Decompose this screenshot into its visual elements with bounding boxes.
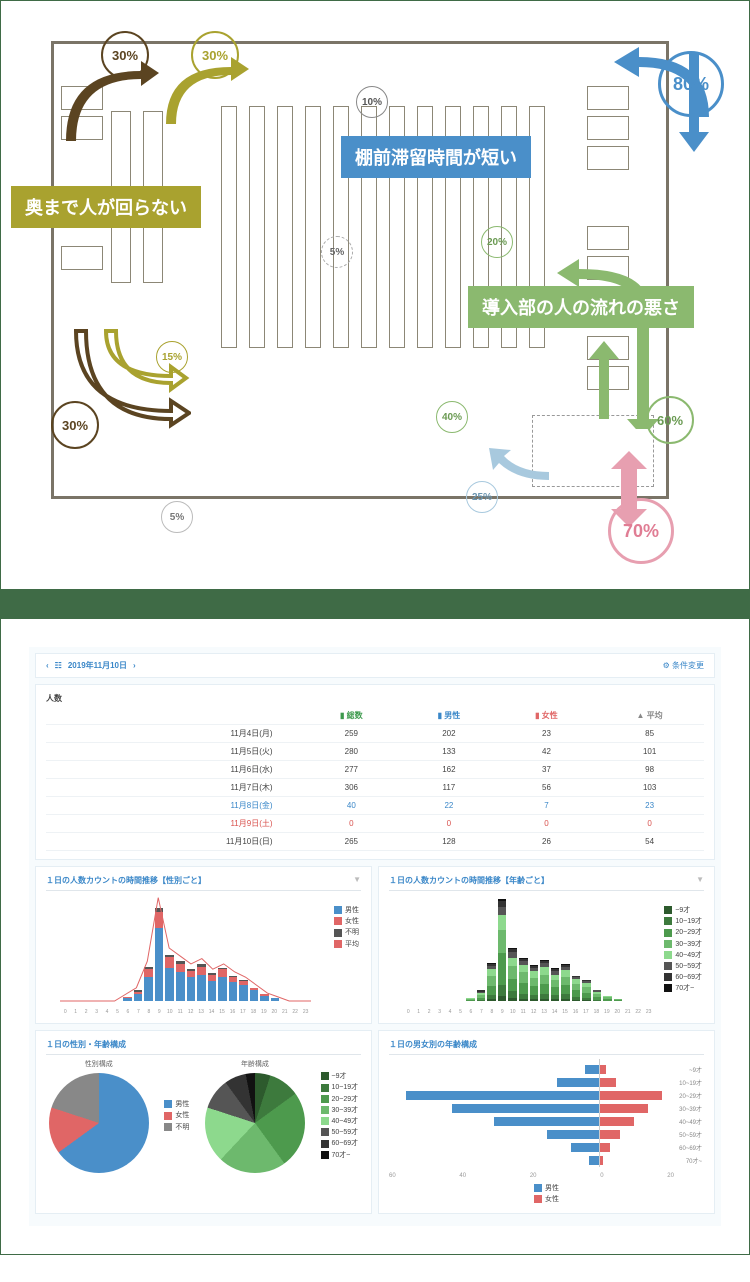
- legend-age-pie: ~9才10~19才20~29才30~39才40~49才50~59才60~69才7…: [321, 1071, 359, 1161]
- pyramid-chart: ~9才10~19才20~29才30~39才40~49才50~59才60~69才7…: [389, 1059, 704, 1179]
- pct-80: 80%: [658, 51, 724, 117]
- table-title: 人数: [46, 693, 704, 707]
- table-row: 11月8日(金)4022723: [46, 797, 704, 815]
- gear-icon: ⚙: [663, 661, 670, 670]
- pct-5b: 5%: [161, 501, 193, 533]
- tag-back-no-traffic: 奥まで人が回らない: [11, 186, 201, 228]
- fixture: [61, 246, 103, 270]
- panel-divider: [0, 590, 750, 618]
- chart-pyramid: １日の男女別の年齢構成 ~9才10~19才20~29才30~39才40~49才5…: [378, 1030, 715, 1214]
- pct-15: 15%: [156, 341, 188, 373]
- chart-hourly-age: １日の人数カウントの時間推移【年齢ごと】 ~9才10~19才20~29才30~3…: [378, 866, 715, 1024]
- dashboard: ‹ ☷ 2019年11月10日 › ⚙ 条件変更 人数 ▮ 総数 ▮ 男: [29, 647, 721, 1226]
- pie-gender: [49, 1073, 149, 1173]
- table-row: 11月10日(日)2651282654: [46, 833, 704, 851]
- table-row: 11月7日(木)30611756103: [46, 779, 704, 797]
- pct-olive-30: 30%: [191, 31, 239, 79]
- chevron-left-icon[interactable]: ‹: [46, 661, 49, 670]
- pct-5: 5%: [321, 236, 353, 268]
- dashboard-panel: ‹ ☷ 2019年11月10日 › ⚙ 条件変更 人数 ▮ 総数 ▮ 男: [0, 618, 750, 1255]
- table-row: 11月4日(月)2592022385: [46, 725, 704, 743]
- legend-pyramid: 男性女性: [389, 1183, 704, 1205]
- dashboard-header: ‹ ☷ 2019年11月10日 › ⚙ 条件変更: [35, 653, 715, 678]
- pct-25: 25%: [466, 481, 498, 513]
- arrow-lightblue: [479, 444, 559, 484]
- pct-brown-30: 30%: [101, 31, 149, 79]
- pct-20: 20%: [481, 226, 513, 258]
- chart-composition: １日の性別・年齢構成 性別構成 男性女性不明 年齢構成 ~9才10~19才20~…: [35, 1030, 372, 1214]
- table-row: 11月5日(火)28013342101: [46, 743, 704, 761]
- table-row: 11月6日(水)2771623798: [46, 761, 704, 779]
- table-row: 11月9日(土)0000: [46, 815, 704, 833]
- filter-icon[interactable]: [353, 875, 361, 886]
- chevron-right-icon[interactable]: ›: [133, 661, 136, 670]
- tag-short-dwell: 棚前滞留時間が短い: [341, 136, 531, 178]
- date-label: 2019年11月10日: [68, 660, 127, 671]
- tag-poor-entry-flow: 導入部の人の流れの悪さ: [468, 286, 694, 328]
- people-count-table: ▮ 総数 ▮ 男性 ▮ 女性 ▲ 平均 11月4日(月)259202238511…: [46, 707, 704, 851]
- settings-link[interactable]: ⚙ 条件変更: [663, 660, 704, 671]
- fixture: [587, 226, 629, 250]
- calendar-icon: ☷: [55, 661, 62, 670]
- pct-40: 40%: [436, 401, 468, 433]
- floorplan: 30% 30% 10% 5% 20% 15% 30% 5% 40% 60% 25…: [41, 31, 709, 559]
- legend-gender-pie: 男性女性不明: [164, 1099, 189, 1133]
- pct-60: 60%: [646, 396, 694, 444]
- date-picker[interactable]: ‹ ☷ 2019年11月10日 ›: [46, 660, 136, 671]
- pct-70: 70%: [608, 498, 674, 564]
- pct-brown-30b: 30%: [51, 401, 99, 449]
- people-count-card: 人数 ▮ 総数 ▮ 男性 ▮ 女性 ▲ 平均 11月4日(月)259202238…: [35, 684, 715, 860]
- filter-icon[interactable]: [696, 875, 704, 886]
- chart-hourly-gender: １日の人数カウントの時間推移【性別ごと】 男性女性不明平均01234567891…: [35, 866, 372, 1024]
- floorplan-panel: 30% 30% 10% 5% 20% 15% 30% 5% 40% 60% 25…: [0, 0, 750, 590]
- pct-10: 10%: [356, 86, 388, 118]
- pie-age: [205, 1073, 305, 1173]
